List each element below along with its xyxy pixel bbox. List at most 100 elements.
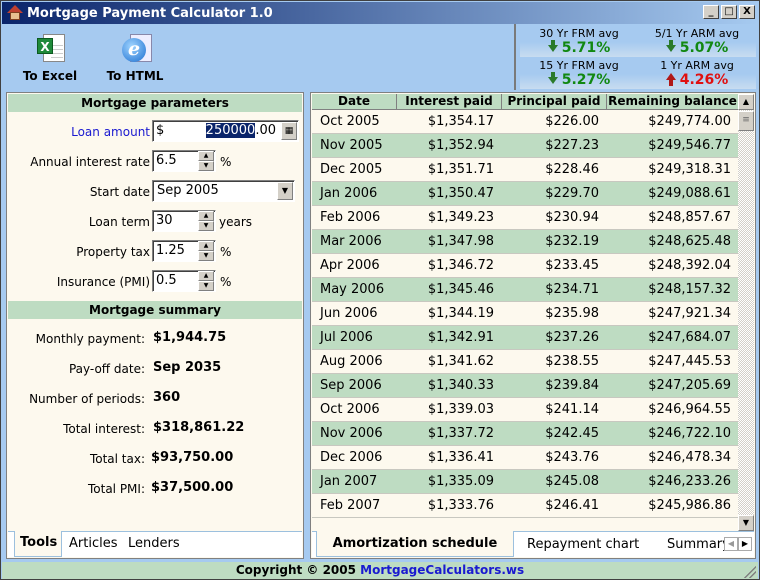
right-tab-bar: Amortization schedule Repayment chart Su… (312, 531, 754, 557)
table-row[interactable]: Nov 2005 $1,352.94 $227.23 $249,546.77 (312, 134, 739, 158)
total-pmi-value: $37,500.00 (151, 480, 234, 495)
column-header-interest[interactable]: Interest paid (397, 94, 502, 110)
rate-value: 5.27% (561, 72, 611, 88)
interest-cell: $1,342.91 (427, 330, 494, 345)
chevron-down-icon[interactable]: ▼ (277, 182, 293, 200)
spin-up-icon[interactable]: ▲ (198, 241, 214, 251)
interest-cell: $1,349.23 (427, 210, 494, 225)
date-cell: Dec 2005 (320, 162, 383, 177)
rates-panel: 30 Yr FRM avg 5.71% 5/1 Yr ARM avg 5.07%… (514, 24, 759, 90)
table-row[interactable]: Feb 2006 $1,349.23 $230.94 $248,857.67 (312, 206, 739, 230)
spin-down-icon[interactable]: ▼ (198, 161, 214, 171)
summary-row: Total tax: $93,750.00 (89, 450, 234, 466)
resize-grip-icon[interactable] (744, 566, 756, 578)
balance-cell: $246,722.10 (648, 426, 731, 441)
balance-cell: $247,445.53 (648, 354, 731, 369)
table-row[interactable]: May 2006 $1,345.46 $234.71 $248,157.32 (312, 278, 739, 302)
excel-icon: X (37, 34, 65, 64)
loan-term-spinner[interactable]: ▲ ▼ (198, 211, 214, 231)
table-row[interactable]: Oct 2006 $1,339.03 $241.14 $246,964.55 (312, 398, 739, 422)
summary-row: Pay-off date: Sep 2035 (68, 360, 222, 376)
date-cell: Mar 2006 (320, 234, 382, 249)
date-cell: Feb 2007 (320, 498, 381, 513)
tab-lenders[interactable]: Lenders (128, 532, 180, 558)
start-date-select[interactable]: Sep 2005 ▼ (152, 180, 295, 202)
principal-cell: $233.45 (545, 258, 599, 273)
principal-cell: $229.70 (545, 186, 599, 201)
rate-1yr-arm: 1 Yr ARM avg 4.26% (638, 59, 756, 89)
spin-up-icon[interactable]: ▲ (198, 151, 214, 161)
rate-value: 4.26% (679, 72, 729, 88)
loan-amount-input[interactable]: $ 250000.00 ▦ (152, 120, 299, 142)
insurance-row: Insurance (PMI) 0.5 ▲ ▼ % (7, 270, 305, 294)
tab-amortization-schedule[interactable]: Amortization schedule (316, 531, 514, 557)
start-date-label: Start date (89, 185, 150, 199)
table-row[interactable]: Dec 2005 $1,351.71 $228.46 $249,318.31 (312, 158, 739, 182)
table-row[interactable]: Apr 2006 $1,346.72 $233.45 $248,392.04 (312, 254, 739, 278)
table-row[interactable]: Nov 2006 $1,337.72 $242.45 $246,722.10 (312, 422, 739, 446)
summary-row: Total PMI: $37,500.00 (87, 480, 234, 496)
rate-value: 5.71% (561, 40, 611, 56)
right-panel: Date Interest paid Principal paid Remain… (310, 92, 756, 559)
table-row[interactable]: Jan 2006 $1,350.47 $229.70 $249,088.61 (312, 182, 739, 206)
column-header-principal[interactable]: Principal paid (502, 94, 607, 110)
interest-rate-label: Annual interest rate (30, 155, 150, 169)
scroll-down-icon[interactable]: ▼ (738, 515, 754, 531)
interest-rate-spinner[interactable]: ▲ ▼ (198, 151, 214, 171)
to-excel-button[interactable]: X To Excel (10, 30, 90, 88)
table-row[interactable]: Jul 2006 $1,342.91 $237.26 $247,684.07 (312, 326, 739, 350)
vertical-scrollbar[interactable]: ▲ ≡ ▼ (738, 94, 754, 531)
scroll-up-icon[interactable]: ▲ (738, 94, 754, 110)
date-cell: Jul 2006 (320, 330, 373, 345)
tab-tools[interactable]: Tools (14, 531, 62, 557)
tab-articles[interactable]: Articles (69, 532, 117, 558)
interest-cell: $1,350.47 (427, 186, 494, 201)
tab-scroll-right-icon[interactable]: ▶ (738, 537, 752, 551)
spin-down-icon[interactable]: ▼ (198, 281, 214, 291)
tab-repayment-chart[interactable]: Repayment chart (527, 532, 639, 558)
spin-up-icon[interactable]: ▲ (198, 271, 214, 281)
maximize-button[interactable]: □ (721, 5, 737, 19)
website-link[interactable]: MortgageCalculators.ws (360, 563, 524, 577)
interest-cell: $1,347.98 (427, 234, 494, 249)
parameters-heading: Mortgage parameters (8, 94, 302, 112)
date-cell: Feb 2006 (320, 210, 381, 225)
copyright-text: Copyright © 2005 (235, 563, 361, 577)
tab-scroll-left-icon[interactable]: ◀ (724, 537, 738, 551)
calculator-icon[interactable]: ▦ (281, 122, 297, 140)
status-bar: Copyright © 2005 MortgageCalculators.ws (2, 562, 758, 579)
principal-cell: $232.19 (545, 234, 599, 249)
column-header-date[interactable]: Date (312, 94, 397, 110)
minimize-button[interactable]: _ (703, 5, 719, 19)
property-tax-spinner[interactable]: ▲ ▼ (198, 241, 214, 261)
loan-amount-row: Loan amount $ 250000.00 ▦ (7, 120, 305, 144)
loan-amount-label[interactable]: Loan amount (71, 125, 150, 139)
interest-cell: $1,351.71 (427, 162, 494, 177)
table-row[interactable]: Jan 2007 $1,335.09 $245.08 $246,233.26 (312, 470, 739, 494)
table-row[interactable]: Feb 2007 $1,333.76 $246.41 $245,986.86 (312, 494, 739, 518)
interest-cell: $1,336.41 (427, 450, 494, 465)
table-row[interactable]: Dec 2006 $1,336.41 $243.76 $246,478.34 (312, 446, 739, 470)
left-tab-bar: Tools Articles Lenders (8, 531, 302, 557)
insurance-spinner[interactable]: ▲ ▼ (198, 271, 214, 291)
arrow-down-icon (665, 40, 676, 52)
spin-up-icon[interactable]: ▲ (198, 211, 214, 221)
scroll-thumb[interactable]: ≡ (738, 111, 754, 131)
to-html-button[interactable]: e To HTML (95, 30, 175, 88)
tab-summary[interactable]: Summary (667, 532, 727, 558)
table-row[interactable]: Oct 2005 $1,354.17 $226.00 $249,774.00 (312, 110, 739, 134)
spin-down-icon[interactable]: ▼ (198, 221, 214, 231)
balance-cell: $247,921.34 (648, 306, 731, 321)
date-cell: Jan 2006 (320, 186, 378, 201)
summary-row: Total interest: $318,861.22 (63, 420, 245, 436)
interest-cell: $1,337.72 (427, 426, 494, 441)
table-row[interactable]: Aug 2006 $1,341.62 $238.55 $247,445.53 (312, 350, 739, 374)
table-row[interactable]: Sep 2006 $1,340.33 $239.84 $247,205.69 (312, 374, 739, 398)
column-header-balance[interactable]: Remaining balance (607, 94, 739, 110)
toolbar: X To Excel e To HTML (2, 24, 512, 90)
spin-down-icon[interactable]: ▼ (198, 251, 214, 261)
close-button[interactable]: X (739, 5, 755, 19)
table-row[interactable]: Mar 2006 $1,347.98 $232.19 $248,625.48 (312, 230, 739, 254)
table-row[interactable]: Jun 2006 $1,344.19 $235.98 $247,921.34 (312, 302, 739, 326)
principal-cell: $238.55 (545, 354, 599, 369)
